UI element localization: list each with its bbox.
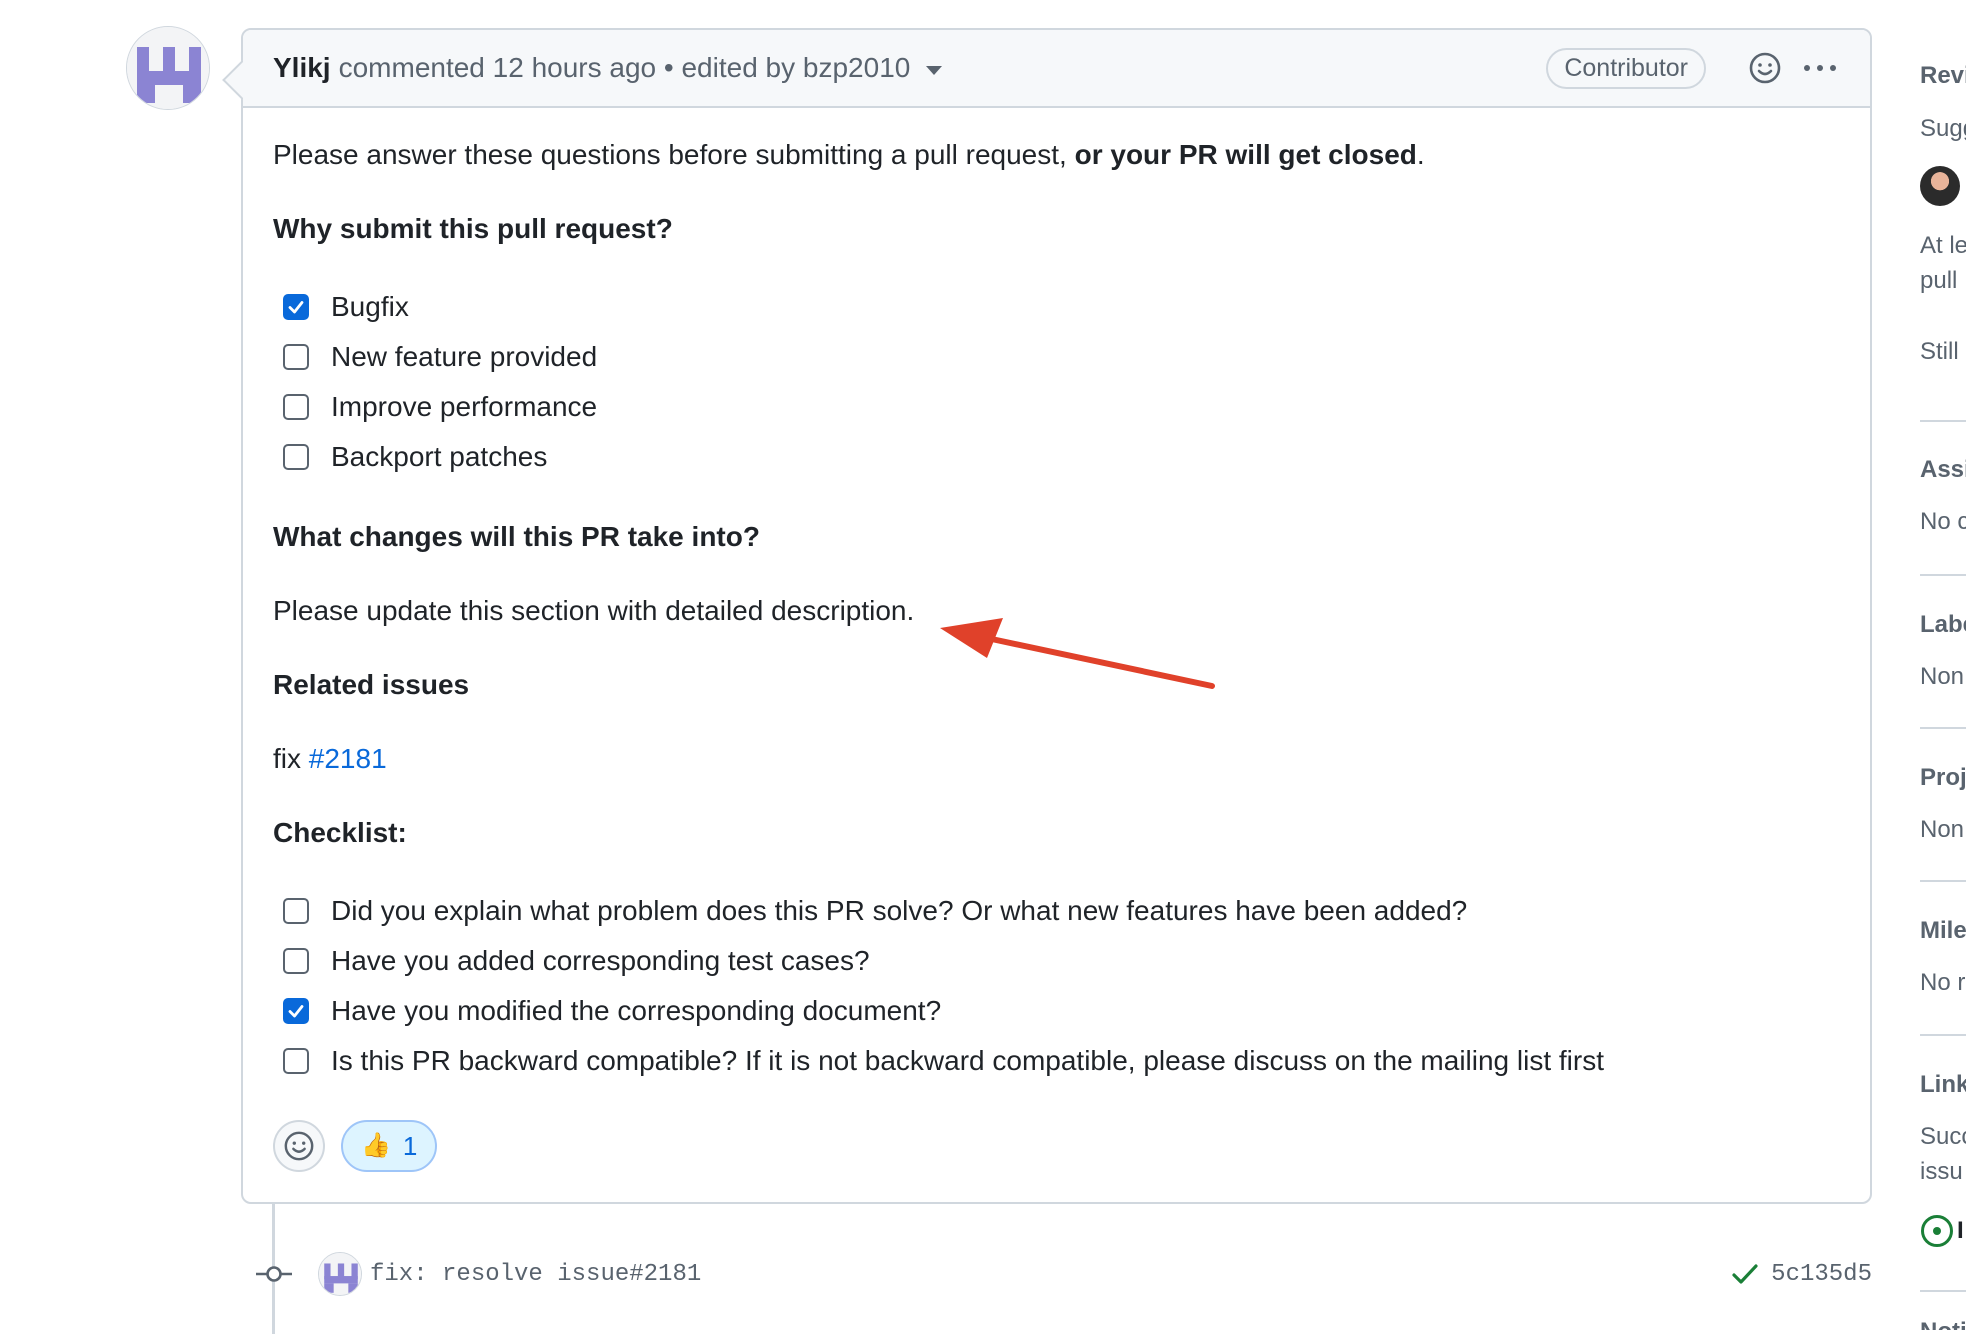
checklist-task-list: Did you explain what problem does this P… bbox=[273, 886, 1840, 1086]
related-paragraph: fix #2181 bbox=[273, 743, 387, 774]
notifications-title: Noti bbox=[1920, 1318, 1966, 1330]
linked-issue-item[interactable]: I bbox=[1957, 1217, 1964, 1245]
thumbs-up-icon: 👍 bbox=[361, 1132, 391, 1159]
edit-history-caret-icon[interactable] bbox=[926, 65, 943, 75]
checklist-item: Is this PR backward compatible? If it is… bbox=[283, 1036, 1840, 1086]
commit-sha-link[interactable]: 5c135d5 bbox=[1771, 1261, 1872, 1288]
reviewer-avatar[interactable] bbox=[1920, 166, 1960, 206]
commit-message-link[interactable]: fix: resolve issue#2181 bbox=[370, 1261, 701, 1288]
annotation-arrow-icon bbox=[940, 618, 1215, 689]
thumbs-up-reaction-button[interactable]: 👍 1 bbox=[341, 1120, 438, 1172]
why-heading: Why submit this pull request? bbox=[273, 213, 673, 244]
checklist-item: Have you added corresponding test cases? bbox=[283, 936, 1840, 986]
check-icon[interactable] bbox=[1731, 1262, 1759, 1286]
commit-author-avatar[interactable] bbox=[318, 1252, 362, 1296]
task-label: Have you modified the corresponding docu… bbox=[331, 995, 942, 1026]
milestone-value: No r bbox=[1920, 969, 1966, 996]
commit-row: fix: resolve issue#2181 5c135d5 bbox=[254, 1248, 1872, 1300]
checkmark-icon bbox=[288, 301, 304, 314]
reviewers-note-line-1: At le bbox=[1920, 232, 1966, 259]
intro-paragraph: Please answer these questions before sub… bbox=[273, 139, 1425, 170]
reviewers-still: Still bbox=[1920, 338, 1959, 365]
checklist-item: Have you modified the corresponding docu… bbox=[283, 986, 1840, 1036]
reviewers-note-line-2: pull bbox=[1920, 267, 1958, 294]
contributor-badge: Contributor bbox=[1546, 47, 1706, 89]
linked-issues-text-line-2: issu bbox=[1920, 1158, 1963, 1185]
task-label: Improve performance bbox=[331, 391, 598, 422]
divider bbox=[1920, 1034, 1966, 1036]
assignees-title[interactable]: Assi bbox=[1920, 456, 1966, 484]
task-checkbox[interactable] bbox=[283, 898, 309, 924]
checkmark-icon bbox=[288, 1005, 304, 1018]
task-item-new-feature: New feature provided bbox=[283, 332, 1840, 382]
linked-issues-title[interactable]: Link bbox=[1920, 1071, 1966, 1099]
reactions-bar: 👍 1 bbox=[273, 1120, 1840, 1172]
task-label: Backport patches bbox=[331, 441, 548, 472]
labels-value: Non bbox=[1920, 663, 1965, 690]
author-avatar[interactable] bbox=[126, 26, 210, 110]
projects-value: Non bbox=[1920, 816, 1965, 843]
task-label: Bugfix bbox=[331, 291, 409, 322]
task-checkbox[interactable] bbox=[283, 394, 309, 420]
add-reaction-button[interactable] bbox=[273, 1120, 325, 1172]
task-item-improve-performance: Improve performance bbox=[283, 382, 1840, 432]
checklist-item: Did you explain what problem does this P… bbox=[283, 886, 1840, 936]
kebab-menu-icon[interactable] bbox=[1800, 51, 1840, 85]
task-item-bugfix: Bugfix bbox=[283, 282, 1840, 332]
task-checkbox[interactable] bbox=[283, 948, 309, 974]
assignees-value: No c bbox=[1920, 508, 1966, 535]
divider bbox=[1920, 574, 1966, 576]
task-checkbox[interactable] bbox=[283, 998, 309, 1024]
reviewers-title[interactable]: Revi bbox=[1920, 62, 1966, 90]
linked-issues-text-line-1: Succ bbox=[1920, 1123, 1966, 1150]
checklist-heading: Checklist: bbox=[273, 817, 407, 848]
task-item-backport: Backport patches bbox=[283, 432, 1840, 482]
labels-title[interactable]: Labe bbox=[1920, 611, 1966, 639]
smiley-icon bbox=[284, 1131, 314, 1161]
task-label: Have you added corresponding test cases? bbox=[331, 945, 870, 976]
comment-meta[interactable]: commented 12 hours ago • edited by bzp20… bbox=[339, 52, 911, 84]
reaction-count: 1 bbox=[402, 1130, 418, 1161]
why-task-list: Bugfix New feature provided Improve perf… bbox=[273, 282, 1840, 482]
task-checkbox[interactable] bbox=[283, 1048, 309, 1074]
milestone-title[interactable]: Mile bbox=[1920, 917, 1966, 945]
divider bbox=[1920, 420, 1966, 422]
right-sidebar: Revi Sugg At le pull Still Assi No c Lab… bbox=[1919, 0, 1966, 1330]
changes-heading: What changes will this PR take into? bbox=[273, 521, 760, 552]
issue-opened-icon bbox=[1921, 1215, 1953, 1247]
commit-status: 5c135d5 bbox=[1731, 1261, 1872, 1288]
task-checkbox[interactable] bbox=[283, 294, 309, 320]
task-checkbox[interactable] bbox=[283, 344, 309, 370]
comment-author[interactable]: Ylikj bbox=[273, 52, 331, 84]
task-label: New feature provided bbox=[331, 341, 598, 372]
reviewers-suggestions: Sugg bbox=[1920, 115, 1966, 142]
projects-title[interactable]: Proj bbox=[1920, 764, 1966, 792]
divider bbox=[1920, 1290, 1966, 1292]
git-commit-icon bbox=[254, 1264, 294, 1284]
comment-header: Ylikj commented 12 hours ago • edited by… bbox=[243, 30, 1870, 108]
task-label: Is this PR backward compatible? If it is… bbox=[331, 1045, 1605, 1076]
task-checkbox[interactable] bbox=[283, 444, 309, 470]
add-reaction-smiley-icon[interactable] bbox=[1748, 51, 1782, 85]
divider bbox=[1920, 880, 1966, 882]
intro-bold: or your PR will get closed bbox=[1074, 139, 1417, 170]
divider bbox=[1920, 727, 1966, 729]
task-label: Did you explain what problem does this P… bbox=[331, 895, 1468, 926]
issue-link[interactable]: #2181 bbox=[309, 743, 387, 774]
